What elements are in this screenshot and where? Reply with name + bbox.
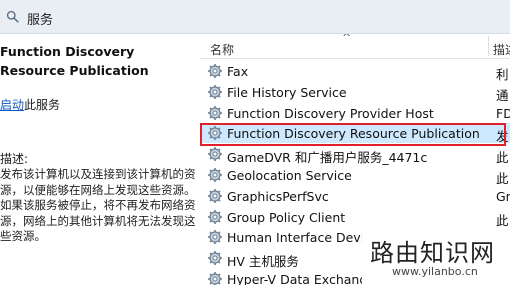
- service-description-cell: 通: [496, 87, 509, 103]
- service-gear-icon: [207, 84, 223, 100]
- sort-ascending-icon: ^: [342, 34, 352, 44]
- service-row[interactable]: Fax 利: [200, 61, 510, 82]
- window-title-bar: 服务: [0, 0, 510, 34]
- service-gear-icon: [207, 146, 223, 162]
- service-description-cell: 此: [496, 150, 509, 166]
- service-detail-pane: Function Discovery Resource Publication …: [0, 34, 200, 285]
- column-header-description[interactable]: 描述: [493, 41, 510, 58]
- service-gear-icon: [207, 229, 223, 245]
- service-row[interactable]: Function Discovery Resource Publication 发: [200, 123, 510, 145]
- watermark-url: www.yilanbo.cn: [392, 265, 478, 278]
- service-gear-icon: [207, 271, 223, 285]
- service-name: File History Service: [227, 84, 347, 100]
- service-name: GameDVR 和广播用户服务_4471c: [227, 150, 428, 166]
- service-row[interactable]: Group Policy Client 此: [200, 207, 510, 228]
- list-header: ^ 名称 描述: [200, 34, 510, 59]
- services-gear-icon: [6, 10, 19, 23]
- service-name: Group Policy Client: [227, 209, 346, 225]
- service-gear-icon: [207, 250, 223, 266]
- start-service-line: 启动此服务: [0, 96, 60, 113]
- service-gear-icon: [207, 167, 223, 183]
- watermark-text: 路由知识网: [370, 239, 495, 267]
- service-row[interactable]: GraphicsPerfSvc Gr: [200, 186, 510, 206]
- service-description: 发布该计算机以及连接到该计算机的资源，以便能够在网络上发现这些资源。如果该服务被…: [0, 167, 196, 243]
- start-service-suffix: 此服务: [24, 98, 61, 112]
- service-name: Function Discovery Provider Host: [227, 105, 434, 121]
- service-description-cell: 此: [496, 212, 509, 228]
- service-description-cell: 发: [496, 129, 509, 145]
- description-label: 描述:: [0, 152, 29, 166]
- start-service-link[interactable]: 启动: [0, 98, 24, 112]
- service-name: GraphicsPerfSvc: [227, 188, 329, 204]
- service-name: Fax: [227, 64, 249, 79]
- window-title: 服务: [27, 13, 54, 28]
- service-row[interactable]: File History Service 通: [200, 82, 510, 103]
- service-name: Geolocation Service: [227, 168, 352, 183]
- service-row[interactable]: Function Discovery Provider Host FD: [200, 103, 510, 123]
- service-gear-icon: [207, 125, 223, 141]
- service-row[interactable]: Geolocation Service 此: [200, 165, 510, 186]
- service-name: Function Discovery Resource Publication: [227, 126, 480, 142]
- column-header-name[interactable]: 名称: [210, 41, 234, 58]
- selected-service-name: Function Discovery Resource Publication: [0, 44, 149, 78]
- service-row[interactable]: GameDVR 和广播用户服务_4471c 此: [200, 144, 510, 166]
- service-description-cell: 利: [496, 67, 509, 82]
- service-description-cell: Gr: [496, 188, 510, 204]
- watermark: 路由知识网 www.yilanbo.cn: [362, 231, 510, 285]
- service-gear-icon: [207, 63, 223, 79]
- service-name: HV 主机服务: [227, 254, 299, 270]
- column-separator[interactable]: [488, 36, 489, 56]
- service-gear-icon: [207, 209, 223, 225]
- service-description-cell: FD: [496, 105, 510, 121]
- service-gear-icon: [207, 188, 223, 204]
- service-description-cell: 此: [496, 171, 509, 186]
- service-gear-icon: [207, 105, 223, 121]
